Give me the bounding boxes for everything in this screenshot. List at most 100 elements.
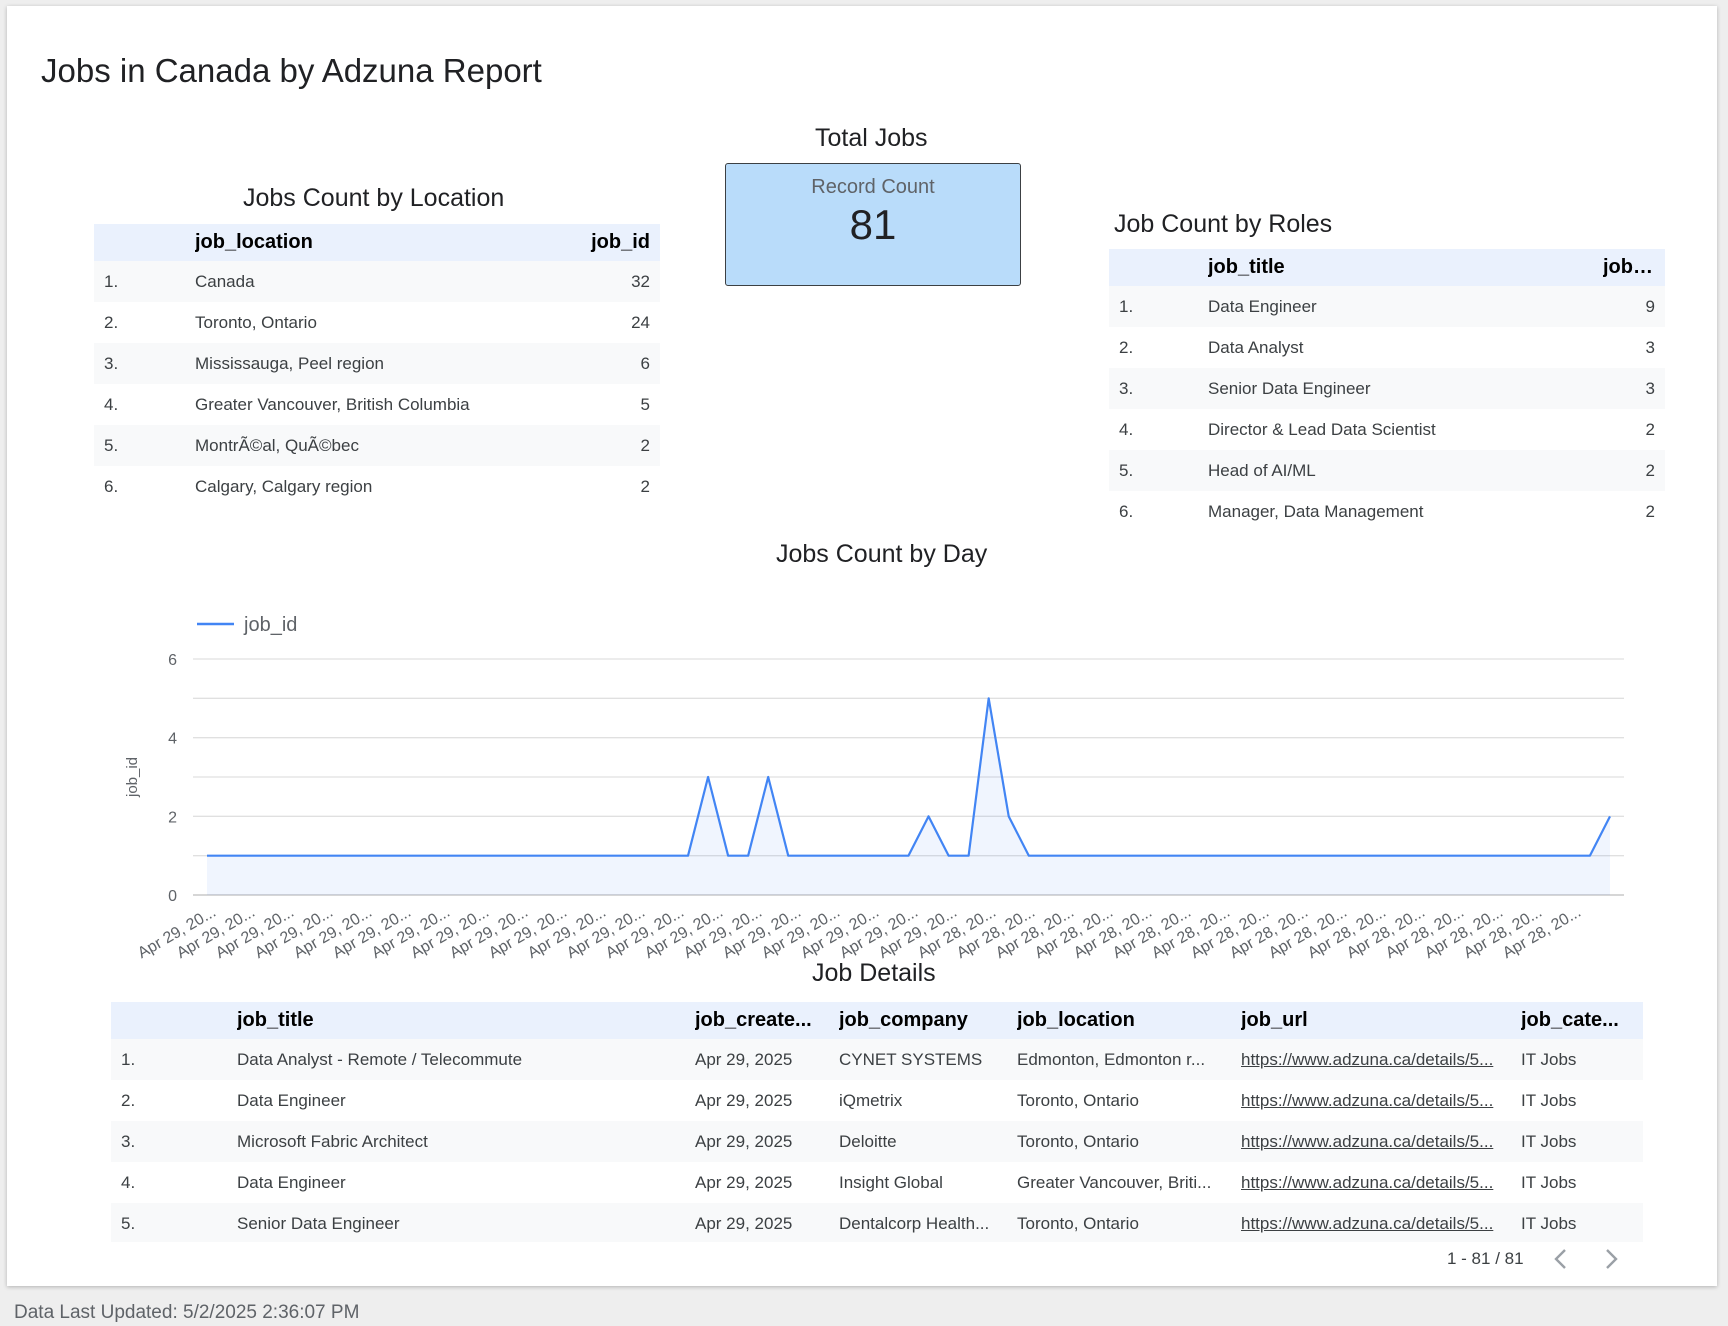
total-jobs-scorecard[interactable]: Record Count 81	[725, 163, 1021, 286]
y-axis-label: job_id	[124, 757, 141, 798]
row-index: 4.	[121, 1172, 136, 1192]
row-index: 6.	[104, 476, 119, 496]
table-row[interactable]: 1. Data Analyst - Remote / Telecommute Apr…	[111, 1039, 1643, 1080]
row-url-cell: https://www.adzuna.ca/details/5...	[1241, 1050, 1521, 1070]
row-location: Toronto, Ontario	[195, 312, 317, 332]
chevron-left-icon[interactable]	[1548, 1246, 1574, 1272]
row-title: Data Analyst - Remote / Telecommute	[237, 1049, 523, 1069]
legend-label[interactable]: job_id	[243, 614, 297, 636]
row-index: 4.	[1119, 419, 1134, 439]
row-title: Director & Lead Data Scientist	[1208, 419, 1436, 439]
row-company: Deloitte	[839, 1131, 897, 1151]
y-tick-label: 0	[168, 888, 177, 905]
y-tick-label: 6	[168, 652, 177, 669]
table-row[interactable]: 2. Data Analyst 3	[1109, 327, 1665, 368]
details-table-title: Job Details	[812, 959, 936, 987]
scorecard-label: Record Count	[811, 176, 935, 198]
row-count: 6	[640, 353, 650, 373]
table-row[interactable]: 1. Data Engineer 9	[1109, 286, 1665, 327]
row-index: 2.	[104, 312, 119, 332]
job-url-link[interactable]: https://www.adzuna.ca/details/5...	[1241, 1132, 1493, 1151]
row-category: IT Jobs	[1521, 1049, 1577, 1069]
row-location: Mississauga, Peel region	[195, 353, 384, 373]
row-title: Data Engineer	[237, 1172, 346, 1192]
y-tick-label: 4	[168, 731, 177, 748]
row-index: 1.	[104, 271, 119, 291]
row-index: 5.	[121, 1213, 136, 1233]
row-location: MontrÃ©al, QuÃ©bec	[195, 435, 359, 455]
jobs-by-day-chart[interactable]: 0246job_idjob_idApr 29, 20...Apr 29, 20.…	[107, 596, 1647, 966]
row-count: 9	[1645, 296, 1655, 316]
job-url-link[interactable]: https://www.adzuna.ca/details/5...	[1241, 1050, 1493, 1069]
job-url-link[interactable]: https://www.adzuna.ca/details/5...	[1241, 1214, 1493, 1233]
row-location: Calgary, Calgary region	[195, 476, 373, 496]
pagination: 1 - 81 / 81	[1447, 1246, 1624, 1272]
row-title: Head of AI/ML	[1208, 460, 1316, 480]
roles-table: job_title job_id 1. Data Engineer 9 2. Data …	[1109, 249, 1665, 524]
table-row[interactable]: 4. Data Engineer Apr 29, 2025 Insight Globa…	[111, 1162, 1643, 1203]
header-job-url[interactable]: job_url	[1241, 1009, 1521, 1032]
pagination-range: 1 - 81 / 81	[1447, 1249, 1524, 1268]
row-url-cell: https://www.adzuna.ca/details/5...	[1241, 1173, 1521, 1193]
row-company: CYNET SYSTEMS	[839, 1049, 983, 1069]
report-title: Jobs in Canada by Adzuna Report	[41, 52, 542, 89]
row-location: Greater Vancouver, British Columbia	[195, 394, 470, 414]
row-company: Insight Global	[839, 1172, 943, 1192]
y-tick-label: 2	[168, 809, 177, 826]
row-index: 1.	[1119, 296, 1134, 316]
details-table: job_title job_create... job_company job_…	[111, 1002, 1643, 1242]
header-job-created[interactable]: job_create...	[695, 1009, 839, 1032]
table-row[interactable]: 5. MontrÃ©al, QuÃ©bec 2	[94, 425, 660, 466]
row-count: 2	[640, 476, 650, 496]
job-url-link[interactable]: https://www.adzuna.ca/details/5...	[1241, 1173, 1493, 1192]
header-job-company[interactable]: job_company	[839, 1009, 1017, 1032]
header-job-category[interactable]: job_cate...	[1521, 1009, 1643, 1032]
row-title: Data Engineer	[237, 1090, 346, 1110]
table-row[interactable]: 4. Director & Lead Data Scientist 2	[1109, 409, 1665, 450]
table-row[interactable]: 3. Microsoft Fabric Architect Apr 29, 2025…	[111, 1121, 1643, 1162]
location-table-header: job_location job_id	[94, 224, 660, 261]
table-row[interactable]: 5. Senior Data Engineer Apr 29, 2025 Dental…	[111, 1203, 1643, 1242]
row-index: 6.	[1119, 501, 1134, 521]
row-count: 5	[640, 394, 650, 414]
header-job-id[interactable]: job_id	[590, 231, 650, 254]
row-location: Toronto, Ontario	[1017, 1090, 1139, 1110]
report-canvas: Jobs in Canada by Adzuna Report Jobs Cou…	[7, 6, 1717, 1286]
row-title: Manager, Data Management	[1208, 501, 1424, 521]
table-row[interactable]: 6. Manager, Data Management 2	[1109, 491, 1665, 524]
chevron-right-icon[interactable]	[1598, 1246, 1624, 1272]
row-location: Canada	[195, 271, 255, 291]
table-row[interactable]: 3. Mississauga, Peel region 6	[94, 343, 660, 384]
roles-table-title: Job Count by Roles	[1114, 210, 1333, 238]
row-title: Senior Data Engineer	[237, 1213, 400, 1233]
header-job-id[interactable]: job_id	[1603, 256, 1655, 279]
location-table-body: 1. Canada 32 2. Toronto, Ontario 24 3. Mississa…	[94, 261, 660, 507]
table-row[interactable]: 1. Canada 32	[94, 261, 660, 302]
header-job-title[interactable]: job_title	[237, 1009, 695, 1032]
table-row[interactable]: 3. Senior Data Engineer 3	[1109, 368, 1665, 409]
table-row[interactable]: 4. Greater Vancouver, British Columbia 5	[94, 384, 660, 425]
row-category: IT Jobs	[1521, 1131, 1577, 1151]
row-location: Toronto, Ontario	[1017, 1213, 1139, 1233]
details-table-header: job_title job_create... job_company job_…	[111, 1002, 1643, 1039]
row-url-cell: https://www.adzuna.ca/details/5...	[1241, 1091, 1521, 1111]
job-url-link[interactable]: https://www.adzuna.ca/details/5...	[1241, 1091, 1493, 1110]
scorecard-title: Total Jobs	[815, 124, 928, 152]
row-count: 2	[1645, 419, 1655, 439]
row-location: Toronto, Ontario	[1017, 1131, 1139, 1151]
table-row[interactable]: 6. Calgary, Calgary region 2	[94, 466, 660, 507]
header-job-title[interactable]: job_title	[1208, 256, 1603, 279]
chart-title: Jobs Count by Day	[776, 540, 988, 568]
table-row[interactable]: 2. Toronto, Ontario 24	[94, 302, 660, 343]
row-count: 2	[1645, 460, 1655, 480]
table-row[interactable]: 2. Data Engineer Apr 29, 2025 iQmetrix Toron…	[111, 1080, 1643, 1121]
row-index: 2.	[1119, 337, 1134, 357]
header-job-location[interactable]: job_location	[1017, 1009, 1241, 1032]
row-created: Apr 29, 2025	[695, 1172, 793, 1192]
row-company: Dentalcorp Health...	[839, 1213, 990, 1233]
table-row[interactable]: 5. Head of AI/ML 2	[1109, 450, 1665, 491]
row-company: iQmetrix	[839, 1090, 903, 1110]
row-title: Microsoft Fabric Architect	[237, 1131, 428, 1151]
row-title: Senior Data Engineer	[1208, 378, 1371, 398]
header-job-location[interactable]: job_location	[195, 231, 590, 254]
